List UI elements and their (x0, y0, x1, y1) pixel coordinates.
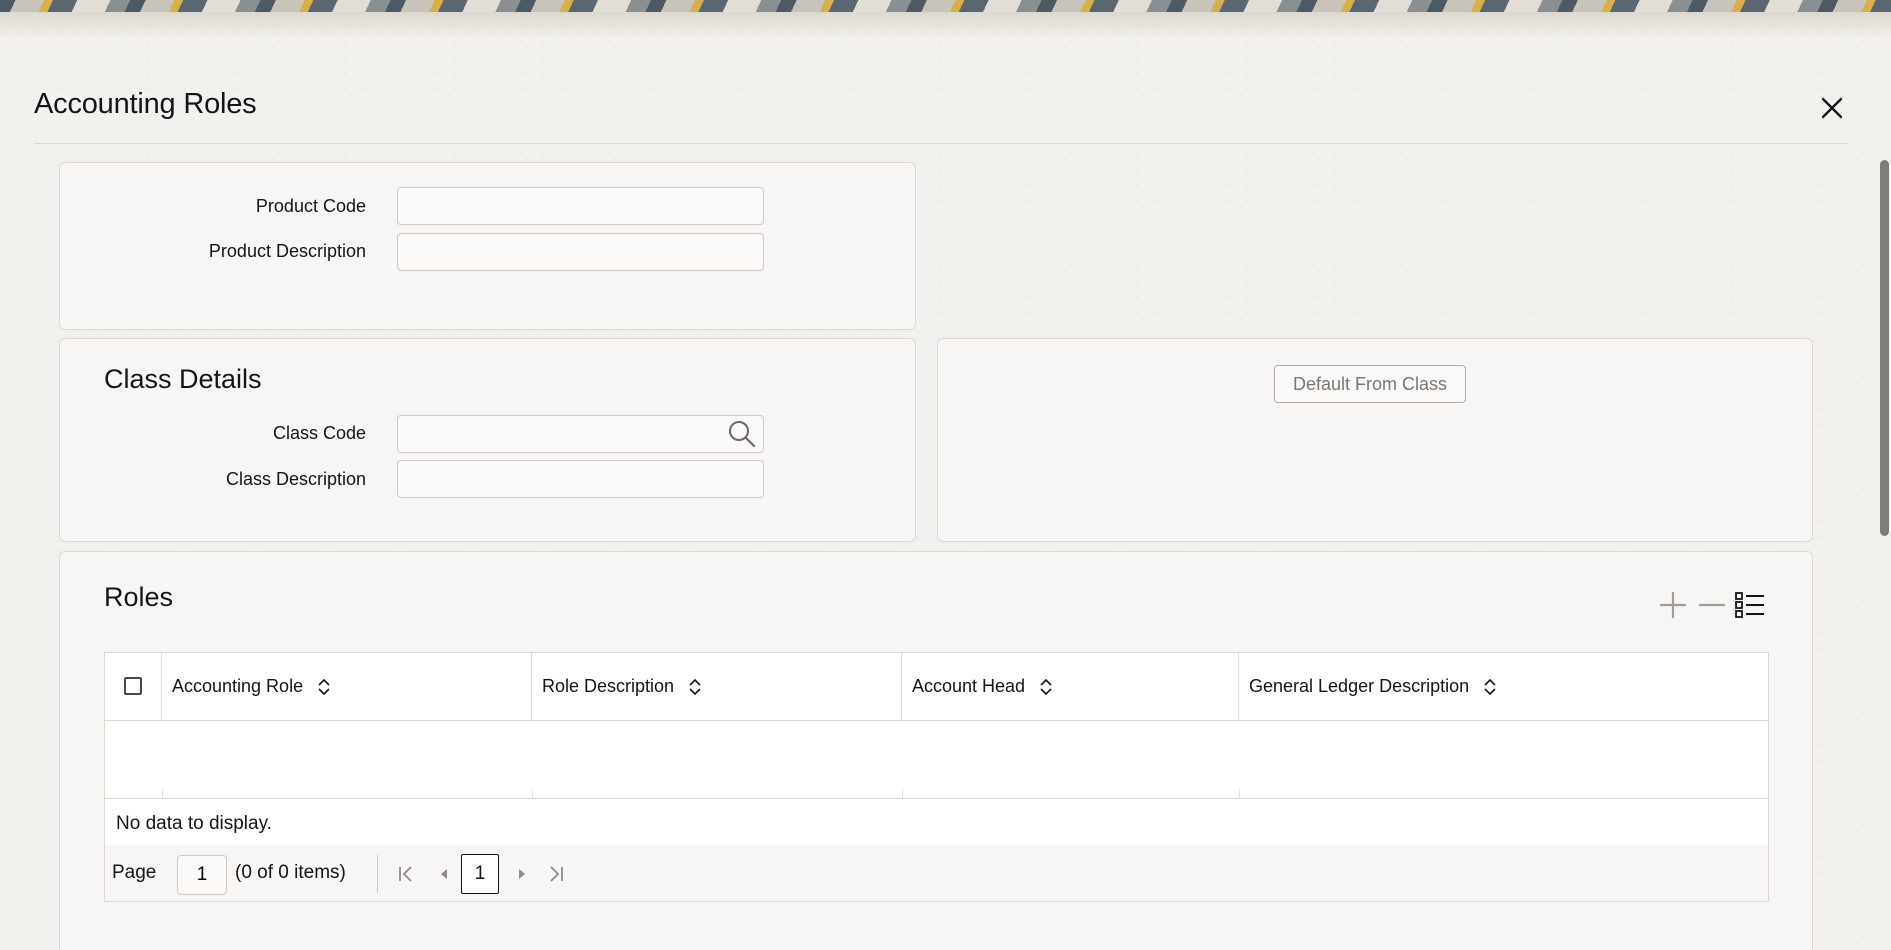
first-page-icon (399, 866, 412, 882)
class-code-input[interactable] (397, 415, 764, 453)
last-page-icon (550, 866, 563, 882)
column-header-accounting-role[interactable]: Accounting Role (162, 653, 532, 720)
list-view-icon (1735, 592, 1764, 618)
pagination-bar: Page (0 of 0 items) 1 (105, 845, 1768, 901)
next-page-icon (519, 869, 525, 879)
roles-table: Accounting Role Role Description Account… (104, 652, 1769, 902)
column-view-button[interactable] (1735, 590, 1765, 620)
sort-icon[interactable] (1483, 678, 1497, 696)
sort-icon[interactable] (317, 678, 331, 696)
product-description-input[interactable] (397, 233, 764, 271)
column-header-label: Account Head (912, 676, 1026, 696)
plus-icon (1659, 591, 1687, 619)
class-description-label: Class Description (225, 469, 366, 489)
class-description-input[interactable] (397, 460, 764, 498)
class-code-label: Class Code (272, 423, 366, 443)
sort-icon[interactable] (1039, 678, 1053, 696)
column-header-label: General Ledger Description (1249, 676, 1470, 696)
column-header-account-head[interactable]: Account Head (902, 653, 1239, 720)
column-divider (902, 721, 903, 798)
search-icon (729, 421, 756, 448)
header-banner (0, 0, 1891, 12)
default-from-class-button[interactable]: Default From Class (1274, 365, 1466, 403)
select-column-header (105, 653, 162, 720)
scrollbar-thumb[interactable] (1880, 160, 1889, 536)
product-code-input[interactable] (397, 187, 764, 225)
column-divider (1239, 721, 1240, 798)
column-divider (162, 721, 163, 798)
page-title: Accounting Roles (34, 88, 257, 120)
next-page-button[interactable] (509, 861, 535, 887)
table-empty-row (105, 721, 1768, 799)
page-number-input[interactable] (177, 855, 227, 895)
no-data-message: No data to display. (116, 813, 272, 834)
title-divider (34, 143, 1848, 144)
header-banner-shadow (0, 12, 1891, 40)
class-code-search-button[interactable] (727, 419, 757, 449)
current-page-button[interactable]: 1 (461, 854, 499, 894)
class-details-title: Class Details (104, 364, 262, 394)
previous-page-button[interactable] (431, 861, 457, 887)
close-button[interactable] (1814, 90, 1850, 126)
sort-icon[interactable] (688, 678, 702, 696)
add-row-button[interactable] (1658, 590, 1688, 620)
product-code-label: Product Code (255, 196, 366, 216)
delete-row-button[interactable] (1697, 590, 1727, 620)
item-count: (0 of 0 items) (235, 862, 346, 883)
minus-icon (1698, 603, 1726, 607)
previous-page-icon (441, 869, 447, 879)
product-description-label: Product Description (208, 241, 366, 261)
close-icon (1821, 97, 1843, 119)
select-all-checkbox[interactable] (124, 677, 142, 695)
table-header: Accounting Role Role Description Account… (105, 653, 1768, 721)
column-header-general-ledger-description[interactable]: General Ledger Description (1239, 653, 1768, 720)
column-header-role-description[interactable]: Role Description (532, 653, 902, 720)
column-divider (532, 721, 533, 798)
pager-divider (377, 855, 378, 893)
first-page-button[interactable] (393, 861, 419, 887)
column-header-label: Role Description (542, 676, 675, 696)
column-header-label: Accounting Role (172, 676, 304, 696)
last-page-button[interactable] (543, 861, 569, 887)
page-label: Page (112, 862, 157, 883)
roles-title: Roles (104, 582, 174, 612)
